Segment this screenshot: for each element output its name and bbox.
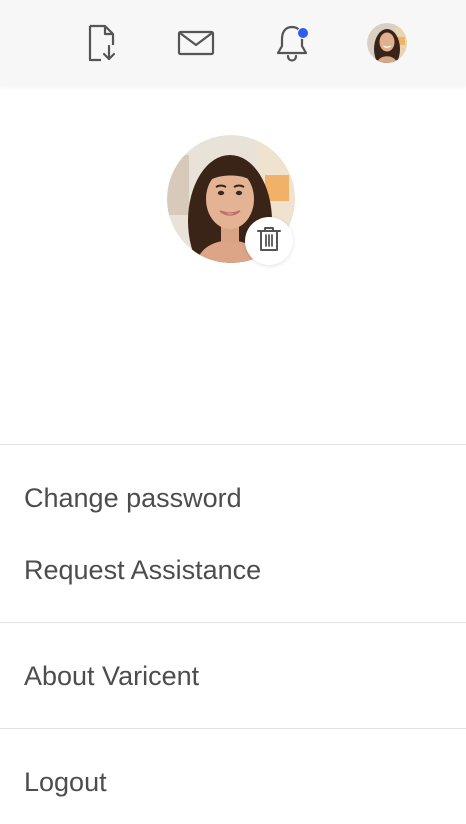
user-menu-button[interactable] (364, 20, 410, 66)
request-assistance-link[interactable]: Request Assistance (24, 552, 261, 588)
notifications-button[interactable] (269, 20, 315, 66)
export-file-button[interactable] (78, 20, 124, 66)
divider (0, 622, 466, 623)
logout-link[interactable]: Logout (24, 764, 107, 800)
top-toolbar (0, 0, 466, 86)
delete-photo-button[interactable] (245, 217, 293, 265)
trash-icon (256, 225, 282, 258)
divider (0, 728, 466, 729)
file-download-icon (84, 23, 118, 63)
divider (0, 444, 466, 445)
user-avatar (367, 23, 407, 63)
notification-indicator-dot (297, 27, 309, 39)
profile-photo-section (167, 135, 297, 265)
about-varicent-link[interactable]: About Varicent (24, 658, 199, 694)
envelope-icon (177, 29, 215, 57)
change-password-link[interactable]: Change password (24, 480, 242, 516)
messages-button[interactable] (173, 20, 219, 66)
